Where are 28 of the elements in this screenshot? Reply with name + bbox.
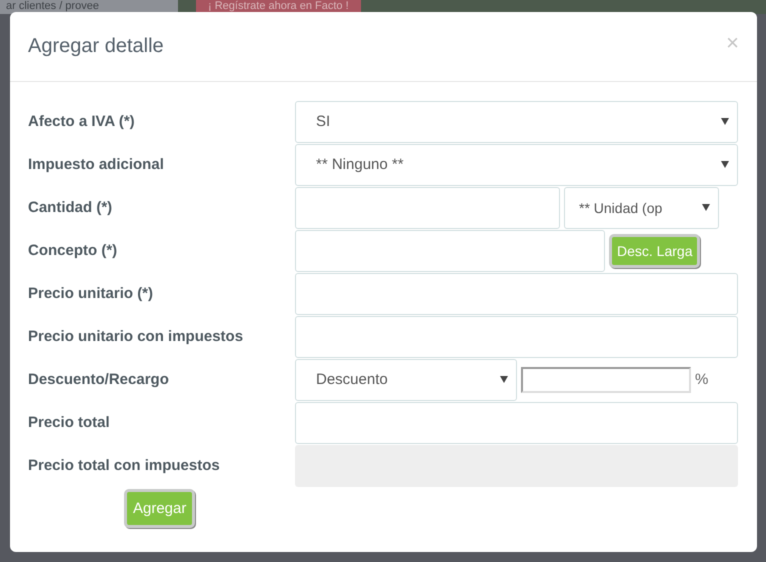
select-field[interactable]: Descuento [295,358,517,400]
close-button[interactable]: × [726,30,739,56]
field-label: Precio total [28,414,111,431]
select-field[interactable]: ** Unidad (op [564,186,719,228]
modal-title: Agregar detalle [28,35,164,58]
input-field[interactable] [295,230,605,272]
dropdown-caret-icon [500,376,508,383]
field-label: Concepto (*) [28,242,118,259]
field-label: Precio unitario (*) [28,285,154,302]
field-label: Cantidad (*) [28,199,114,216]
dropdown-caret-icon [702,204,710,211]
dropdown-caret-icon [721,118,729,125]
long-description-button[interactable]: Desc. Larga [609,234,700,268]
add-button[interactable]: Agregar [124,489,196,528]
field-label: Descuento/Recargo [28,371,170,388]
input-field[interactable] [295,272,738,314]
select-field[interactable]: ** Ninguno ** [295,144,738,186]
field-label: Impuesto adicional [28,156,165,173]
field-label: Precio unitario con impuestos [28,328,244,345]
percent-input-field[interactable] [521,366,691,392]
field-label: Precio total con impuestos [28,457,221,474]
percent-sign: % [695,371,708,388]
input-field[interactable] [295,186,560,228]
input-field[interactable] [295,316,738,358]
select-field[interactable]: SI [295,100,738,142]
field-label: Afecto a IVA (*) [28,113,136,130]
input-field[interactable] [295,402,738,444]
dropdown-caret-icon [721,161,729,168]
